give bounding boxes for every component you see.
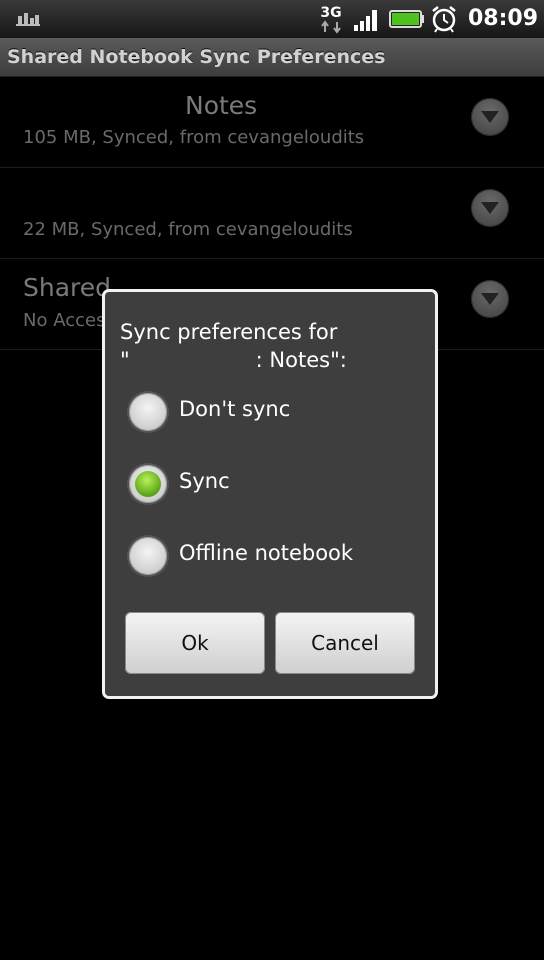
notebook-title: Notes — [185, 91, 258, 120]
dialog-title-quote: " — [120, 348, 130, 372]
dialog-title-notebook-name: : Notes": — [255, 348, 347, 372]
notebook-item-2[interactable]: 22 MB, Synced, from cevangeloudits — [0, 168, 544, 259]
chevron-down-icon[interactable] — [471, 280, 509, 318]
page-title: Shared Notebook Sync Preferences — [7, 46, 386, 68]
svg-text:3G: 3G — [320, 5, 341, 21]
notebook-subtitle: 22 MB, Synced, from cevangeloudits — [23, 219, 353, 240]
3g-data-icon: 3G — [320, 5, 342, 34]
radio-button[interactable] — [129, 537, 167, 575]
cancel-button[interactable]: Cancel — [275, 612, 415, 674]
signal-strength-icon — [354, 10, 377, 31]
status-bar: 3G 08:09 — [0, 0, 544, 39]
notebook-title: Shared — [23, 273, 112, 302]
notebook-item-notes[interactable]: Notes 105 MB, Synced, from cevangeloudit… — [0, 77, 544, 168]
redacted-notebook-owner — [129, 351, 256, 371]
chevron-down-icon[interactable] — [471, 98, 509, 136]
chevron-down-icon[interactable] — [471, 189, 509, 227]
option-offline-notebook[interactable]: Offline notebook — [127, 533, 427, 583]
option-label: Don't sync — [179, 397, 291, 421]
ok-button[interactable]: Ok — [125, 612, 265, 674]
battery-full-icon — [389, 10, 424, 28]
notebook-subtitle: 105 MB, Synced, from cevangeloudits — [23, 127, 365, 148]
clock-time: 08:09 — [467, 6, 538, 31]
option-label: Offline notebook — [179, 541, 354, 565]
app-title-bar: Shared Notebook Sync Preferences — [0, 38, 544, 77]
notification-bars-icon — [16, 13, 40, 26]
option-sync[interactable]: Sync — [127, 461, 427, 511]
radio-button[interactable] — [129, 393, 167, 431]
dialog-title-line1: Sync preferences for — [120, 320, 338, 344]
option-label: Sync — [179, 469, 230, 493]
dialog-title: Sync preferences for " : Notes": — [120, 318, 430, 374]
alarm-clock-icon — [432, 6, 456, 33]
dialog-title-line2: " : Notes": — [120, 346, 430, 374]
sync-preferences-dialog: Sync preferences for " : Notes": Don't sy… — [102, 289, 438, 699]
radio-button-selected[interactable] — [129, 465, 167, 503]
option-dont-sync[interactable]: Don't sync — [127, 389, 427, 439]
